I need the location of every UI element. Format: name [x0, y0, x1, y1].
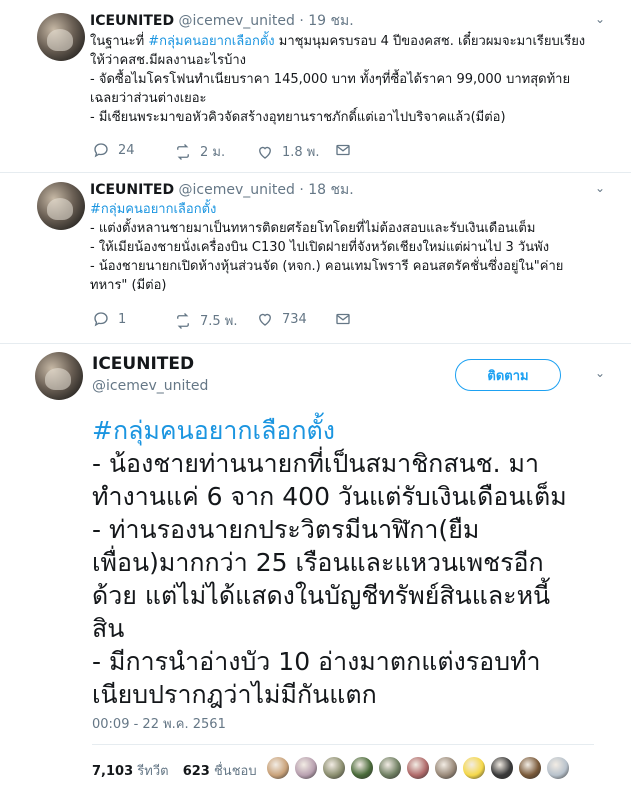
divider [92, 744, 594, 745]
reply-count: 1 [118, 311, 127, 327]
user-handle[interactable]: @icemev_united [179, 182, 295, 198]
reply-icon [94, 312, 108, 327]
display-name[interactable]: ICEUNITED [92, 354, 194, 374]
liker-avatar[interactable] [518, 756, 542, 780]
liker-avatar[interactable] [378, 756, 402, 780]
text-line: เฉลยว่าส่วนต่างเยอะ [90, 91, 207, 106]
tweet-2[interactable]: ICEUNITED @icemev_united · 18 ชม. ⌄ #กลุ… [0, 173, 631, 343]
text-line: - น้องชายท่านนายกที่เป็นสมาชิกสนช. มา [92, 449, 540, 478]
text-line: - ท่านรองนายกประวิตรมีนาฬิกา(ยืม [92, 515, 480, 544]
like-button[interactable]: 1.8 พ. [256, 141, 320, 162]
user-handle[interactable]: @icemev_united [179, 13, 295, 29]
text-line: สิน [92, 614, 125, 643]
tweet-time[interactable]: 19 ชม. [308, 13, 353, 29]
retweet-total[interactable]: 7,103 [92, 764, 133, 779]
text-line: - จัดซื้อไมโครโฟนทำเนียบราคา 145,000 บาท… [90, 72, 571, 87]
liker-avatar[interactable] [490, 756, 514, 780]
hashtag-link[interactable]: #กลุ่มคนอยากเลือกตั้ง [148, 34, 274, 49]
reply-button[interactable]: 24 [92, 141, 135, 159]
text-line: - ให้เมียน้องชายนั่งเครื่องบิน C130 ไปเป… [90, 240, 550, 255]
separator-dot: · [299, 182, 304, 198]
liker-avatars [266, 756, 570, 780]
message-button[interactable] [334, 310, 352, 328]
chevron-down-icon[interactable]: ⌄ [595, 181, 605, 195]
heart-icon [259, 313, 271, 326]
text-line: ทหาร" (มีต่อ) [90, 278, 167, 293]
liker-avatar[interactable] [294, 756, 318, 780]
display-name[interactable]: ICEUNITED [90, 13, 174, 29]
reply-icon [94, 143, 108, 158]
hashtag-link[interactable]: #กลุ่มคนอยากเลือกตั้ง [90, 202, 216, 217]
display-name[interactable]: ICEUNITED [90, 182, 174, 198]
avatar[interactable] [37, 13, 85, 61]
tweet-timestamp[interactable]: 00:09 - 22 พ.ค. 2561 [92, 713, 226, 734]
tweet-header: ICEUNITED @icemev_united · 19 ชม. [90, 10, 354, 32]
like-count: 1.8 พ. [282, 145, 320, 160]
hashtag-link[interactable]: #กลุ่มคนอยากเลือกตั้ง [92, 414, 612, 447]
tweet-actions: 1 7.5 พ. 734 [92, 310, 392, 330]
retweet-count: 2 ม. [200, 145, 226, 160]
tweet-stats: 7,103 รีทวีต 623 ชื่นชอบ [92, 760, 267, 781]
text-line: #กลุ่มคนอยากเลือกตั้ง [90, 200, 610, 219]
text-line: - มีการนำอ่างบัว 10 อ่างมาตกแต่งรอบทำ [92, 647, 541, 676]
liker-avatar[interactable] [546, 756, 570, 780]
heart-icon [259, 146, 271, 159]
retweet-total-label[interactable]: รีทวีต [137, 764, 168, 779]
tweet-actions: 24 2 ม. 1.8 พ. [92, 141, 392, 161]
envelope-icon [336, 144, 350, 156]
liker-avatar[interactable] [462, 756, 486, 780]
message-button[interactable] [334, 141, 352, 159]
like-total[interactable]: 623 [183, 764, 210, 779]
avatar[interactable] [37, 182, 85, 230]
text-line: เนียบปรากฎว่าไม่มีกันแตก [92, 680, 377, 709]
retweet-icon [177, 143, 189, 160]
like-button[interactable]: 734 [256, 310, 307, 328]
liker-avatar[interactable] [322, 756, 346, 780]
liker-avatar[interactable] [266, 756, 290, 780]
text-line: - แต่งตั้งหลานชายมาเป็นทหารติดยศร้อยโทโด… [90, 221, 536, 236]
tweet-text: ในฐานะที่ #กลุ่มคนอยากเลือกตั้ง มาชุมนุม… [90, 32, 610, 127]
text-line: เพื่อน)มากกว่า 25 เรือนและแหวนเพชรอีก [92, 548, 544, 577]
envelope-icon [336, 313, 350, 325]
retweet-count: 7.5 พ. [200, 314, 238, 329]
retweet-button[interactable]: 7.5 พ. [174, 310, 238, 331]
text-line: - น้องชายนายกเปิดห้างหุ้นส่วนจัด (หจก.) … [90, 259, 564, 274]
divider [0, 343, 631, 344]
text-line: ให้ว่าคสช.มีผลงานอะไรบ้าง [90, 53, 246, 68]
tweet-header: ICEUNITED @icemev_united · 18 ชม. [90, 179, 354, 201]
chevron-down-icon[interactable]: ⌄ [595, 12, 605, 26]
tweet-text: #กลุ่มคนอยากเลือกตั้ง - แต่งตั้งหลานชายม… [90, 200, 610, 295]
follow-button[interactable]: ติดตาม [455, 359, 561, 391]
tweet-text: #กลุ่มคนอยากเลือกตั้ง - น้องชายท่านนายกท… [92, 414, 612, 711]
liker-avatar[interactable] [350, 756, 374, 780]
reply-button[interactable]: 1 [92, 310, 126, 328]
separator-dot: · [299, 13, 304, 29]
like-count: 734 [282, 311, 307, 327]
text-line: ในฐานะที่ #กลุ่มคนอยากเลือกตั้ง มาชุมนุม… [90, 34, 586, 49]
text-line: ด้วย แต่ไม่ได้แสดงในบัญชีทรัพย์สินและหนี… [92, 581, 551, 610]
text-line: ทำงานแค่ 6 จาก 400 วันแต่รับเงินเดือนเต็… [92, 482, 567, 511]
reply-count: 24 [118, 142, 135, 158]
tweet-1[interactable]: ICEUNITED @icemev_united · 19 ชม. ⌄ ในฐา… [0, 0, 631, 172]
retweet-icon [177, 312, 189, 329]
avatar[interactable] [35, 352, 83, 400]
text-line: - มีเซียนพระมาขอหัวคิวจัดสร้างอุทยานราชภ… [90, 110, 506, 125]
like-total-label[interactable]: ชื่นชอบ [214, 764, 257, 779]
liker-avatar[interactable] [406, 756, 430, 780]
chevron-down-icon[interactable]: ⌄ [595, 366, 605, 380]
user-handle[interactable]: @icemev_united [92, 378, 208, 394]
tweet-time[interactable]: 18 ชม. [308, 182, 353, 198]
liker-avatar[interactable] [434, 756, 458, 780]
retweet-button[interactable]: 2 ม. [174, 141, 225, 162]
